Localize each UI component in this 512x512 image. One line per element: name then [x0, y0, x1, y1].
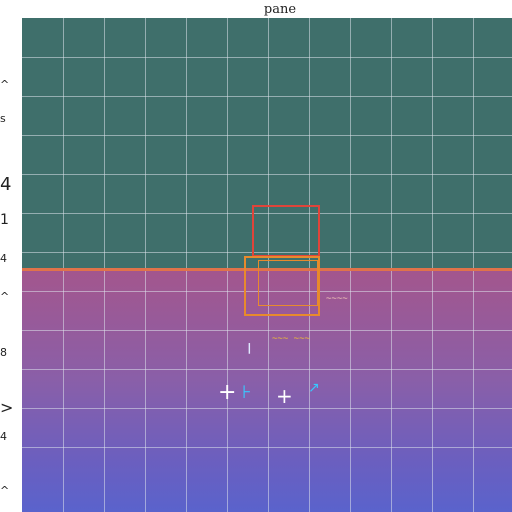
crosshair-icon[interactable]: +	[218, 380, 236, 405]
grid-line-vertical	[186, 18, 187, 512]
ruler-mark: >	[0, 398, 14, 417]
grid-line-horizontal	[22, 57, 512, 58]
grid-line-horizontal	[22, 135, 512, 136]
ruler-mark: ^	[0, 484, 10, 497]
ruler-mark: ^	[0, 290, 10, 303]
grid-line-horizontal	[22, 174, 512, 175]
selection-box-inner[interactable]	[258, 260, 318, 306]
grid-line-vertical	[227, 18, 228, 512]
grid-line-vertical	[104, 18, 105, 512]
grid-line-vertical	[350, 18, 351, 512]
ruler-mark: 4	[0, 430, 7, 443]
ruler-mark: s	[0, 112, 6, 125]
crosshair-icon[interactable]: +	[276, 384, 293, 408]
grid-line-horizontal	[22, 447, 512, 448]
box-annotation: ~~~~	[326, 294, 348, 304]
grid-line-horizontal	[22, 369, 512, 370]
grid-line-vertical	[63, 18, 64, 512]
grid-line-horizontal	[22, 330, 512, 331]
grid-line-vertical	[391, 18, 392, 512]
ruler-mark: 1	[0, 212, 9, 228]
grid-line-horizontal	[22, 96, 512, 97]
grid-line-horizontal	[22, 408, 512, 409]
editor-canvas[interactable]: ~~~~ ~~~ ~~~ ╵ + ⊦ + ↗	[22, 18, 512, 512]
ruler-mark: ^	[0, 78, 10, 91]
grid-line-vertical	[473, 18, 474, 512]
selection-box-primary[interactable]	[252, 205, 320, 257]
marker-annotation: ~~~ ~~~	[272, 334, 310, 344]
grid-line-vertical	[145, 18, 146, 512]
window-title: pane	[263, 2, 297, 17]
crosshair-icon[interactable]: ⊦	[242, 382, 251, 403]
crosshair-icon[interactable]: ╵	[244, 344, 255, 365]
grid-line-vertical	[432, 18, 433, 512]
ruler-mark: 4	[0, 174, 12, 195]
crosshair-icon[interactable]: ↗	[308, 380, 320, 396]
ruler-mark: 8	[0, 346, 7, 359]
ruler-mark: 4	[0, 252, 7, 265]
